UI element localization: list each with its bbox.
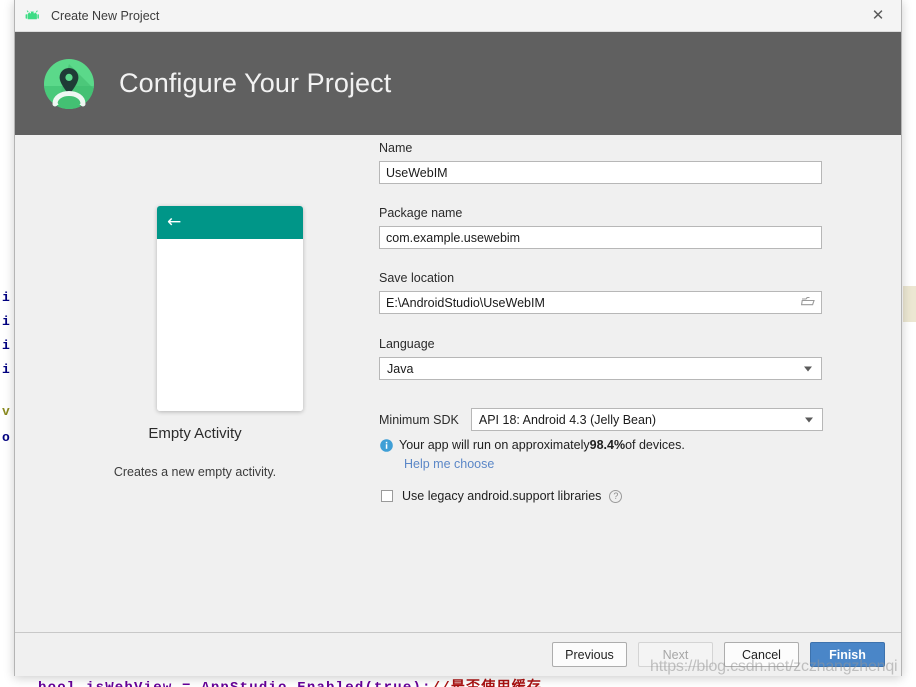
project-config-form: Name UseWebIM Package name com.example.u… bbox=[379, 135, 879, 632]
chevron-down-icon bbox=[804, 417, 813, 422]
sdk-info-suffix: of devices. bbox=[625, 438, 685, 452]
field-package-name: Package name com.example.usewebim bbox=[379, 206, 822, 249]
finish-button[interactable]: Finish bbox=[810, 642, 885, 667]
language-value: Java bbox=[387, 361, 414, 376]
bg-bottom-code: bool isWebView = AppStudio.Enabled(true)… bbox=[38, 676, 542, 687]
save-location-input[interactable]: E:\AndroidStudio\UseWebIM bbox=[379, 291, 822, 314]
sdk-device-coverage-info: Your app will run on approximately 98.4%… bbox=[380, 438, 685, 452]
create-new-project-dialog: Create New Project ✕ Configure Your Proj… bbox=[14, 0, 902, 676]
bg-code-fragment: i bbox=[2, 314, 10, 329]
minimum-sdk-value: API 18: Android 4.3 (Jelly Bean) bbox=[478, 412, 657, 427]
chevron-down-icon bbox=[804, 366, 812, 371]
help-me-choose-link[interactable]: Help me choose bbox=[404, 457, 494, 471]
close-icon[interactable]: ✕ bbox=[855, 0, 901, 30]
template-preview-panel: ← Empty Activity Creates a new empty act… bbox=[15, 135, 375, 632]
dialog-footer: Previous Next Cancel Finish bbox=[15, 632, 901, 676]
save-location-label: Save location bbox=[379, 271, 455, 285]
bg-code-fragment: o bbox=[2, 430, 10, 445]
android-studio-logo bbox=[41, 56, 97, 112]
bg-highlight-strip bbox=[903, 286, 916, 322]
dialog-header: Configure Your Project bbox=[15, 32, 901, 135]
language-select[interactable]: Java bbox=[379, 357, 822, 380]
folder-icon[interactable] bbox=[800, 295, 815, 310]
legacy-libraries-checkbox[interactable] bbox=[381, 490, 393, 502]
page-title: Configure Your Project bbox=[119, 68, 392, 98]
previous-button[interactable]: Previous bbox=[552, 642, 627, 667]
dialog-titlebar: Create New Project ✕ bbox=[15, 0, 901, 32]
bg-code-fragment: i bbox=[2, 290, 10, 305]
name-label: Name bbox=[379, 141, 413, 155]
template-card[interactable]: ← bbox=[157, 206, 303, 411]
bg-bottom-comment: //是否使用缓存 bbox=[432, 680, 542, 687]
package-name-input[interactable]: com.example.usewebim bbox=[379, 226, 822, 249]
info-icon bbox=[380, 439, 393, 452]
field-minimum-sdk: Minimum SDK API 18: Android 4.3 (Jelly B… bbox=[379, 408, 823, 431]
template-name: Empty Activity bbox=[148, 425, 242, 442]
save-location-value: E:\AndroidStudio\UseWebIM bbox=[386, 295, 545, 310]
field-language: Language Java bbox=[379, 337, 822, 380]
sdk-info-prefix: Your app will run on approximately bbox=[399, 438, 590, 452]
dialog-title: Create New Project bbox=[51, 8, 160, 23]
bg-code-fragment: i bbox=[2, 338, 10, 353]
sdk-info-percent: 98.4% bbox=[589, 438, 626, 452]
question-mark-icon[interactable]: ? bbox=[609, 489, 623, 503]
legacy-libraries-row[interactable]: Use legacy android.support libraries ? bbox=[381, 489, 623, 503]
cancel-button[interactable]: Cancel bbox=[724, 642, 799, 667]
minimum-sdk-select[interactable]: API 18: Android 4.3 (Jelly Bean) bbox=[470, 408, 823, 431]
package-name-label: Package name bbox=[379, 206, 463, 220]
next-button: Next bbox=[638, 642, 713, 667]
back-arrow-icon: ← bbox=[167, 212, 182, 232]
template-card-body bbox=[157, 239, 303, 411]
minimum-sdk-label: Minimum SDK bbox=[379, 412, 459, 427]
template-card-appbar: ← bbox=[157, 206, 303, 239]
field-name: Name UseWebIM bbox=[379, 141, 822, 184]
dialog-content: ← Empty Activity Creates a new empty act… bbox=[15, 135, 901, 632]
bg-code-fragment: v bbox=[2, 404, 10, 419]
android-robot-icon bbox=[25, 8, 41, 24]
bg-code-fragment: i bbox=[2, 362, 10, 377]
language-label: Language bbox=[379, 337, 435, 351]
name-input[interactable]: UseWebIM bbox=[379, 161, 822, 184]
legacy-libraries-label: Use legacy android.support libraries bbox=[402, 489, 602, 503]
field-save-location: Save location E:\AndroidStudio\UseWebIM bbox=[379, 271, 822, 314]
bg-bottom-code-text: bool isWebView = AppStudio.Enabled(true)… bbox=[38, 680, 432, 687]
template-description: Creates a new empty activity. bbox=[113, 465, 277, 479]
